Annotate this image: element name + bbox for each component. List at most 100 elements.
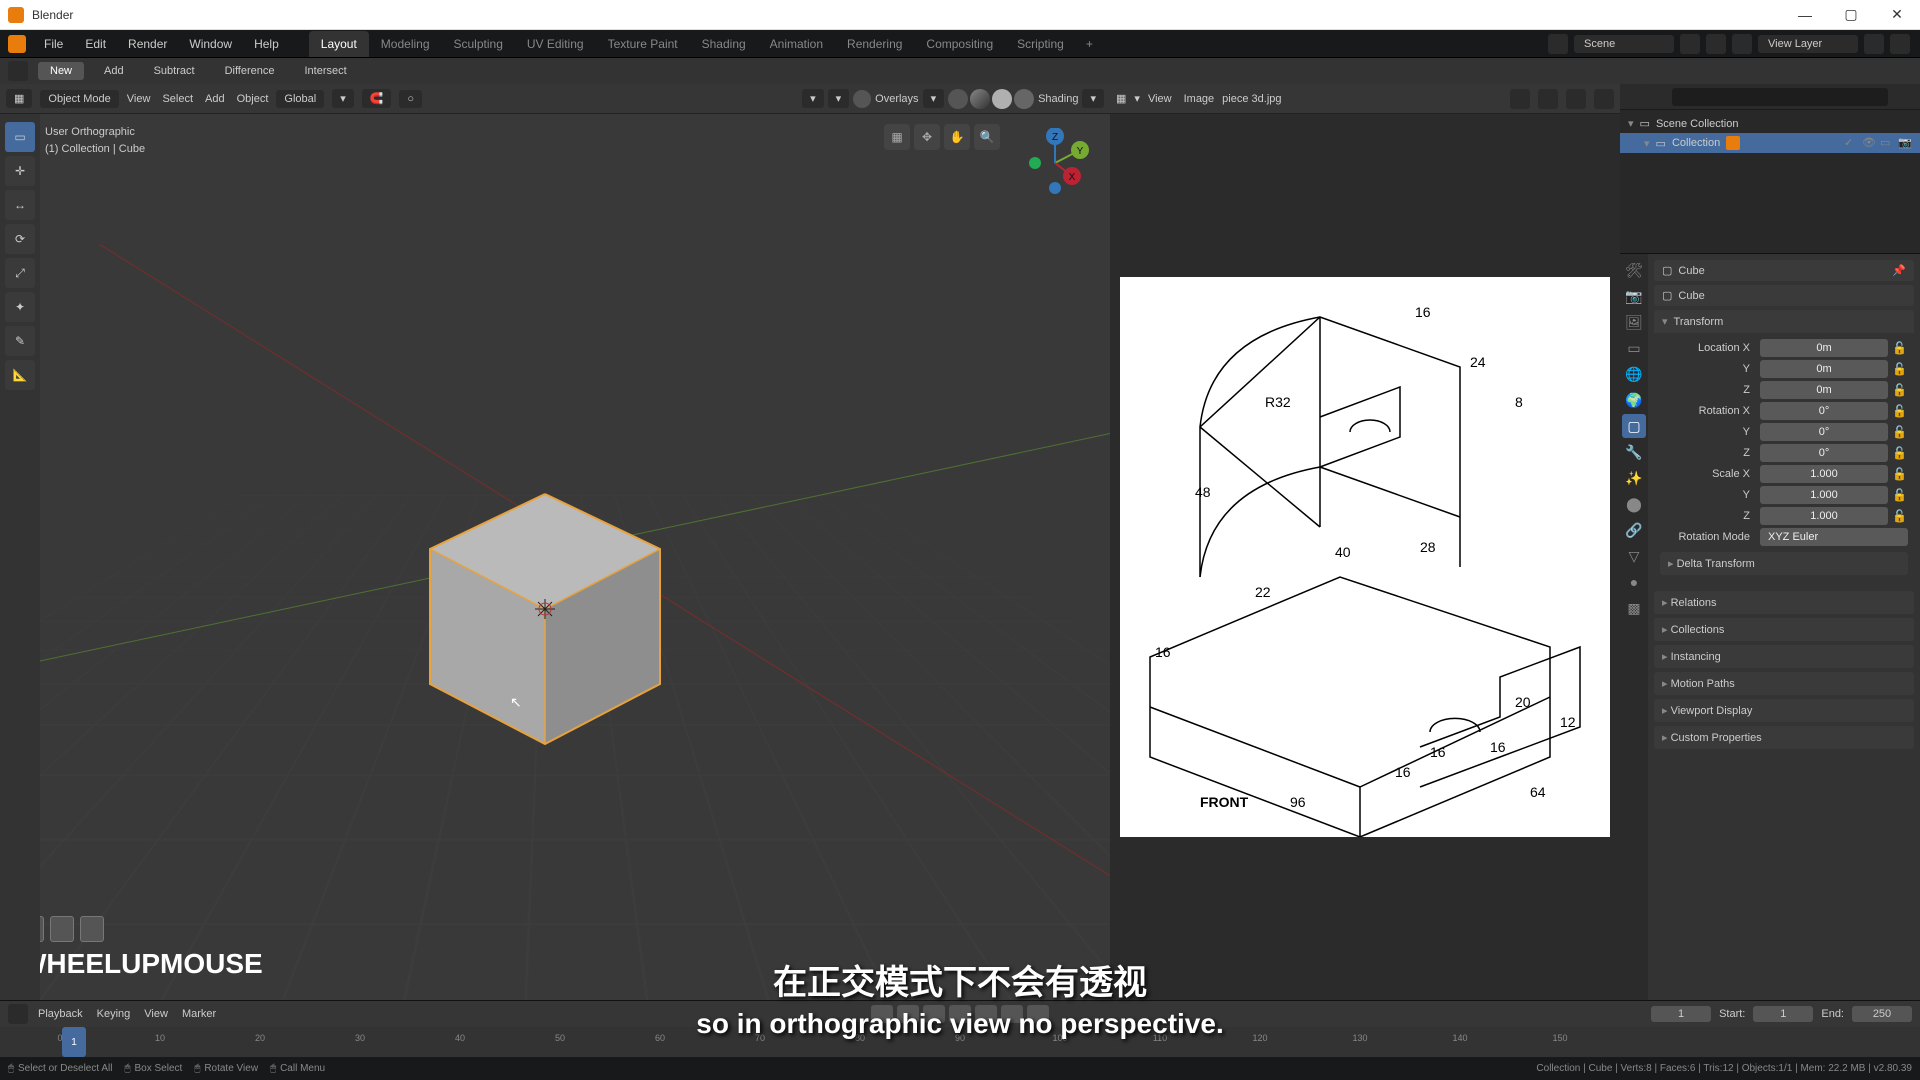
object-name-field[interactable]: ▢Cube	[1654, 285, 1914, 306]
timeline-ruler[interactable]: 1 0102030405060708090100110120130140150	[0, 1027, 1920, 1057]
image-mode-dropdown[interactable]: ▾	[1134, 92, 1140, 105]
transform-panel-header[interactable]: ▾Transform	[1654, 310, 1914, 333]
shading-lookdev-button[interactable]	[992, 89, 1012, 109]
overlays-toggle[interactable]	[853, 90, 871, 108]
collections-panel[interactable]: ▸ Collections	[1654, 618, 1914, 641]
pivot-dropdown[interactable]: ▾	[332, 89, 354, 108]
menu-render[interactable]: Render	[118, 33, 177, 55]
timeline-editor[interactable]: Playback Keying View Marker 1 Start: 1 E…	[0, 1000, 1920, 1056]
minimize-button[interactable]: —	[1782, 0, 1828, 30]
workspace-tab-rendering[interactable]: Rendering	[835, 31, 914, 57]
motion-paths-panel[interactable]: ▸ Motion Paths	[1654, 672, 1914, 695]
bool-intersect-button[interactable]: Intersect	[295, 62, 357, 80]
shading-wireframe-button[interactable]	[948, 89, 968, 109]
proptab-output-icon[interactable]: 🖼	[1622, 310, 1646, 334]
hide-viewport-icon[interactable]: 👁	[1862, 136, 1876, 150]
shading-options-dropdown[interactable]: ▾	[1082, 89, 1104, 108]
vp-menu-add[interactable]: Add	[205, 93, 225, 105]
gizmo-hand-icon[interactable]: ✋	[944, 124, 970, 150]
vp-menu-object[interactable]: Object	[237, 93, 269, 105]
vp-menu-select[interactable]: Select	[162, 93, 193, 105]
start-frame-field[interactable]: 1	[1753, 1006, 1813, 1022]
play-button[interactable]	[975, 1005, 997, 1023]
proptab-data-icon[interactable]: ▽	[1622, 544, 1646, 568]
tool-select[interactable]: ▭	[5, 122, 35, 152]
tl-menu-keying[interactable]: Keying	[97, 1008, 131, 1020]
menu-window[interactable]: Window	[179, 33, 242, 55]
timeline-playhead[interactable]: 1	[62, 1027, 86, 1057]
proptab-render-icon[interactable]: 📷	[1622, 284, 1646, 308]
workspace-tab-layout[interactable]: Layout	[309, 31, 369, 57]
disable-render-icon[interactable]: 📷	[1898, 136, 1912, 150]
tool-measure[interactable]: 📐	[5, 360, 35, 390]
relations-panel[interactable]: ▸ Relations	[1654, 591, 1914, 614]
tl-menu-view[interactable]: View	[144, 1008, 168, 1020]
viewlayer-name-field[interactable]: View Layer	[1758, 35, 1858, 53]
bool-subtract-button[interactable]: Subtract	[144, 62, 205, 80]
pin-icon[interactable]: 📌	[1892, 264, 1906, 277]
workspace-tab-sculpting[interactable]: Sculpting	[442, 31, 515, 57]
shading-rendered-button[interactable]	[1014, 89, 1034, 109]
outliner-scene-collection[interactable]: ▾▭Scene Collection	[1620, 114, 1920, 133]
workspace-tab-scripting[interactable]: Scripting	[1005, 31, 1076, 57]
image-name-field[interactable]: piece 3d.jpg	[1222, 93, 1502, 105]
bool-new-button[interactable]: New	[38, 62, 84, 80]
xray-toggle[interactable]: ▾	[923, 89, 945, 108]
workspace-tab-shading[interactable]: Shading	[690, 31, 758, 57]
tool-cursor[interactable]: ✛	[5, 156, 35, 186]
jump-start-button[interactable]	[897, 1005, 919, 1023]
location-x-field[interactable]: 0m	[1760, 339, 1888, 357]
outliner-collection[interactable]: ▾▭Collection ✓ 👁 ▭ 📷	[1620, 133, 1920, 153]
blender-icon[interactable]	[8, 35, 26, 53]
proptab-world-icon[interactable]: 🌍	[1622, 388, 1646, 412]
gizmo-dropdown[interactable]: ▾	[828, 89, 850, 108]
proptab-tool-icon[interactable]: 🛠	[1622, 258, 1646, 282]
play-reverse-button[interactable]	[949, 1005, 971, 1023]
cube-object[interactable]	[430, 494, 660, 744]
close-button[interactable]: ✕	[1874, 0, 1920, 30]
scene-browse-icon[interactable]	[1548, 34, 1568, 54]
proportional-toggle[interactable]: ○	[399, 90, 422, 108]
location-y-field[interactable]: 0m	[1760, 360, 1888, 378]
outliner-type-icon[interactable]	[1626, 87, 1646, 107]
shading-solid-button[interactable]	[970, 89, 990, 109]
delta-transform-panel[interactable]: ▸ Delta Transform	[1660, 552, 1908, 575]
jump-prev-button[interactable]	[923, 1005, 945, 1023]
vp-menu-view[interactable]: View	[127, 93, 151, 105]
gizmo-zoom-icon[interactable]: 🔍	[974, 124, 1000, 150]
proptab-viewlayer-icon[interactable]: ▭	[1622, 336, 1646, 360]
tool-move[interactable]: ↔	[5, 190, 35, 220]
properties-panel[interactable]: 🛠 📷 🖼 ▭ 🌐 🌍 ▢ 🔧 ✨ ⬤ 🔗 ▽ ● ▩ ▢Cube 📌	[1620, 254, 1920, 1000]
scene-name-field[interactable]: Scene	[1574, 35, 1674, 53]
proptab-modifier-icon[interactable]: 🔧	[1622, 440, 1646, 464]
outliner-display-icon[interactable]	[1646, 87, 1666, 107]
proptab-particle-icon[interactable]: ✨	[1622, 466, 1646, 490]
image-editor[interactable]: ▦ ▾ View Image piece 3d.jpg	[1110, 84, 1620, 1000]
outliner-filter-icon[interactable]	[1894, 87, 1914, 107]
timeline-type-icon[interactable]	[8, 1004, 28, 1024]
orientation-dropdown[interactable]: Global	[276, 90, 324, 108]
bool-add-button[interactable]: Add	[94, 62, 134, 80]
viewport-3d[interactable]: ▦ Object Mode View Select Add Object Glo…	[0, 84, 1110, 1000]
lock-icon[interactable]: 🔓	[1892, 341, 1908, 355]
hide-render-icon[interactable]: ▭	[1880, 136, 1894, 150]
proptab-physics-icon[interactable]: ⬤	[1622, 492, 1646, 516]
rotation-y-field[interactable]: 0°	[1760, 423, 1888, 441]
proptab-object-icon[interactable]: ▢	[1622, 414, 1646, 438]
gizmo-arrows-icon[interactable]: ✥	[914, 124, 940, 150]
image-unlink-icon[interactable]	[1566, 89, 1586, 109]
rotation-x-field[interactable]: 0°	[1760, 402, 1888, 420]
current-frame-field[interactable]: 1	[1651, 1006, 1711, 1022]
scene-delete-icon[interactable]	[1706, 34, 1726, 54]
menu-help[interactable]: Help	[244, 33, 289, 55]
scale-z-field[interactable]: 1.000	[1760, 507, 1888, 525]
viewlayer-delete-icon[interactable]	[1890, 34, 1910, 54]
image-editor-type-dropdown[interactable]: ▦	[1116, 92, 1126, 105]
gizmo-grid-icon[interactable]: ▦	[884, 124, 910, 150]
workspace-tab-animation[interactable]: Animation	[758, 31, 835, 57]
scale-x-field[interactable]: 1.000	[1760, 465, 1888, 483]
instancing-panel[interactable]: ▸ Instancing	[1654, 645, 1914, 668]
object-visibility-dropdown[interactable]: ▾	[802, 89, 824, 108]
image-open-icon[interactable]	[1538, 89, 1558, 109]
tl-menu-marker[interactable]: Marker	[182, 1008, 216, 1020]
